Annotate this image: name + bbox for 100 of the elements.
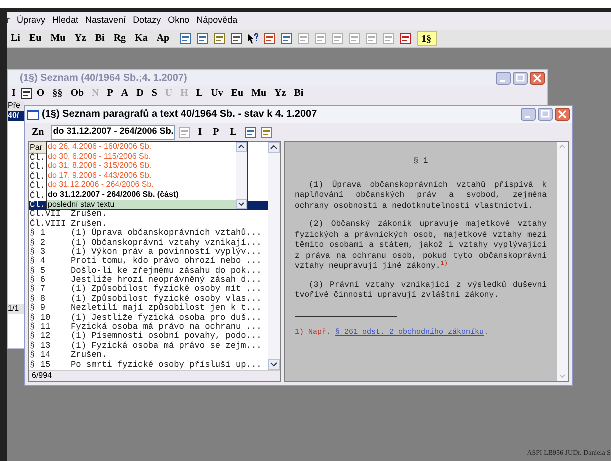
menu-item[interactable]: Nastavení [86,14,126,28]
toolbar-button[interactable]: Zn [28,124,48,140]
menu-item[interactable]: Dotazy [133,14,162,28]
paragraph-row[interactable]: § 7 (1) Způsobilost fyzické osoby mít ... [29,285,268,295]
paragraph-row[interactable]: § 15 Po smrti fyzické osoby přísluší up... [29,360,268,370]
toolbar-button[interactable]: Yz [270,86,290,101]
paragraph-preview: Zrušen. [71,351,108,360]
paragraph-preview: (1) Způsobilost fyzické osoby mít ... [71,285,262,294]
toolbar-button[interactable]: S [148,86,162,101]
dropdown-scrollbar[interactable] [236,142,247,210]
menu-item[interactable]: Okno [168,14,190,28]
maximize-icon[interactable] [538,108,553,121]
scroll-up-icon[interactable] [236,142,247,152]
paragraph-number: § 5 [30,266,46,276]
law-paragraph: (3) Právní vztahy vznikající z výsledků duševní tvořivé činnosti upravují zvláštní zákony. [295,280,547,302]
paragraph-number: § 11 [30,323,51,332]
paragraph-row[interactable]: § 12 (1) Písemnosti osobní povahy, podo... [29,332,268,342]
paragraph-row[interactable]: § 1 (1) Úprava občanskoprávních vztahů... [29,229,268,239]
toolbar-button[interactable]: A [117,86,133,101]
toolbar-button[interactable]: Ob [66,86,88,101]
paragraph-number: Čl.VIII [30,220,66,229]
paragraph-number: § 10 [30,314,51,323]
toolbar-button[interactable]: §§ [48,86,67,101]
paragraph-preview: Fyzická osoba má právo na ochranu ... [71,323,262,332]
paragraph-preview: (1) Fyzická osoba má právo se zejm... [71,342,262,351]
toolbar-button[interactable]: Bi [91,31,109,46]
law-paragraph: (2) Občanský zákoník upravuje majetkové vztahy fyzických a právnických osob, majetkové vztahy mezi těmito osobami a státem, jakož i vztahy vyplývající z práva na ochranu osob, pokud tyto občanskoprávní vztahy neupravují jiné zákony.$^{1)}$ [295,220,547,272]
paragraph-number: § 15 [30,360,51,370]
toolbar-button[interactable]: Yz [70,31,90,46]
version-option[interactable]: do 31.12.2007 - 264/2006 Sb. (část) [47,190,236,200]
paragraph-row[interactable]: § 13 (1) Fyzická osoba má právo se zejm... [29,342,268,352]
minimize-icon[interactable] [496,72,511,84]
paragraph-row[interactable]: § 14 Zrušen. [29,351,268,361]
paragraph-number: Čl.VII [30,210,61,220]
paragraph-number: § 4 [30,257,46,266]
paragraph-row[interactable]: § 11 Fyzická osoba má právo na ochranu ... [29,323,268,332]
paragraph-preview: (1) Úprava občanskoprávních vztahů... [71,229,262,238]
toolbar-button[interactable]: Uv [207,86,228,101]
minimize-icon[interactable] [521,108,536,121]
row-counter: 6/994 [32,371,52,381]
paragraph-preview: Jestliže hrozí neoprávněný zásah d... [71,276,262,286]
toolbar-button[interactable]: I [8,86,20,101]
scroll-down-icon[interactable] [268,359,280,370]
paragraph-row[interactable]: Čl.VIII Zrušen. [29,220,268,230]
toolbar-button[interactable]: Ap [152,31,174,46]
paragraph-number: § 8 [30,294,46,304]
paragraph-number: § 9 [30,304,46,314]
paragraph-row[interactable]: § 4 Proti tomu, kdo právo ohrozí nebo ... [29,257,268,267]
column-header: Pře [8,101,24,111]
paragraph-preview: (1) Jestliže fyzická osoba pro duš... [71,314,262,323]
menu-item[interactable]: r [7,14,10,28]
toolbar-button[interactable]: P [209,124,224,140]
toolbar-button[interactable]: Ka [131,31,152,46]
help-pointer-icon[interactable] [246,32,259,44]
toolbar-button[interactable]: Eu [227,86,248,101]
paragraph-preview: Došlo-li ke zřejmému zásahu do pok... [71,266,262,276]
paragraph-row[interactable]: Čl.VII Zrušen. [29,210,268,220]
paragraph-row[interactable]: § 8 (1) Způsobilost fyzické osoby vlas... [29,294,268,304]
toolbar-button[interactable]: Li [7,31,24,46]
paragraph-row[interactable]: § 5 Došlo-li ke zřejmému zásahu do pok... [29,266,268,276]
paragraph-row[interactable]: § 10 (1) Jestliže fyzická osoba pro duš... [29,314,268,324]
paragraph-number: § 12 [30,332,51,342]
paragraph-preview: Po smrti fyzické osoby přísluší up... [71,360,262,370]
paragraph-row[interactable]: § 9 Nezletilí mají způsobilost jen k t... [29,304,268,314]
paragraph-row[interactable]: § 6 Jestliže hrozí neoprávněný zásah d... [29,276,268,286]
toolbar-button[interactable]: O [32,86,49,101]
menu-item[interactable]: Nápověda [196,14,238,28]
toolbar-button[interactable]: I [194,124,206,140]
toolbar-button[interactable]: Bi [290,86,308,101]
list-row[interactable]: 40/ [8,111,24,121]
toolbar-button[interactable]: L [192,86,208,101]
scroll-down-icon[interactable] [236,199,247,210]
paragraph-number: § 1 [30,229,46,238]
version-select[interactable]: do 31.12.2007 - 264/2006 Sb. [51,124,176,140]
column-header: Par [29,142,42,152]
paragraph-number: § 2 [30,238,46,248]
toolbar-button[interactable]: 1§ [416,31,437,46]
toolbar-button[interactable]: Eu [25,31,46,46]
close-icon[interactable] [530,72,545,84]
toolbar-button[interactable]: D [132,86,148,101]
toolbar-button[interactable]: P [103,86,118,101]
paragraph-number: § 13 [30,342,51,351]
page-counter: 1/1 [8,304,24,314]
paragraph-preview: Zrušen. [71,210,108,220]
toolbar-button[interactable]: L [226,124,241,140]
paragraph-row[interactable]: § 3 (1) Výkon práv a povinností vyplýv... [29,248,268,258]
close-icon[interactable] [555,108,570,121]
paragraph-row[interactable]: § 2 (1) Občanskoprávní vztahy vznikají... [29,238,268,248]
toolbar-button[interactable]: Mu [248,86,271,101]
version-option[interactable]: poslední stav textu [47,200,236,210]
paragraph-preview: (1) Občanskoprávní vztahy vznikají... [71,238,262,248]
window-title: (1§) Seznam (40/1964 Sb.;4. 1.2007) [19,72,188,86]
menu-item[interactable]: Úpravy [17,14,46,28]
menu-item[interactable]: Hledat [52,14,79,28]
scrollbar[interactable] [268,142,280,370]
maximize-icon[interactable] [513,72,528,84]
toolbar-button[interactable]: Rg [110,31,130,46]
scroll-up-icon[interactable] [268,142,280,153]
toolbar-button[interactable]: Mu [46,31,70,46]
paragraph-preview: Proti tomu, kdo právo ohrozí nebo ... [71,257,262,266]
